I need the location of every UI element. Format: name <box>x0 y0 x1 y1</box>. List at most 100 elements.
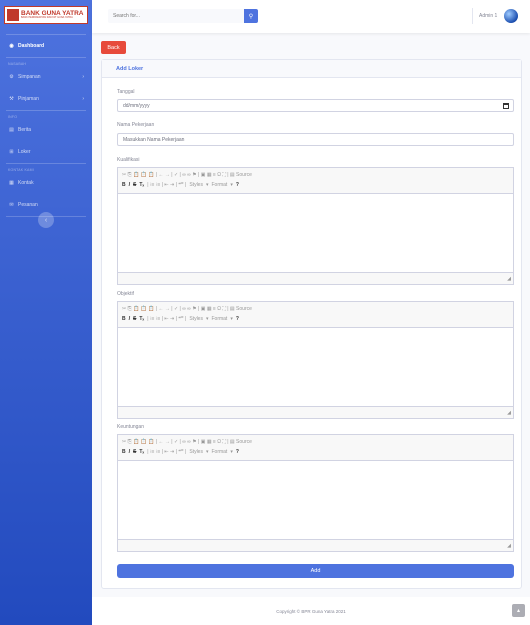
toolbar-row[interactable]: ✂ ⎘ 📋 📋 📋 | ← → | ✓ | ∞ ∞ ⚑ | ▣ ▦ ≡ Ω ⛶ … <box>122 437 509 447</box>
help-button[interactable]: ? <box>236 316 239 322</box>
list-buttons[interactable]: | ⁝≡ ⁝≡ | ⇤ ⇥ | ❝❞ | <box>147 182 186 188</box>
sidebar-item-label: Kontak <box>18 180 34 186</box>
bold-button[interactable]: B <box>122 449 126 455</box>
keuntungan-text-area[interactable] <box>118 461 513 539</box>
copyright-text: Copyright © BPR Guna Yatra 2021 <box>276 608 346 614</box>
format-dropdown[interactable]: Format <box>211 316 227 322</box>
chevron-down-icon: ▾ <box>230 182 233 188</box>
kualifikasi-label: Kualifikasi <box>117 157 140 163</box>
italic-button[interactable]: I <box>129 182 130 188</box>
sidebar-item-label: Dashboard <box>18 43 45 49</box>
chevron-down-icon: ▾ <box>205 449 209 455</box>
sidebar-toggle-button[interactable]: ‹ <box>38 212 54 228</box>
toolbar-row[interactable]: ✂ ⎘ 📋 📋 📋 | ← → | ✓ | ∞ ∞ ⚑ | ▣ ▦ ≡ Ω ⛶ … <box>122 304 509 314</box>
toolbar-row: B I S Tₓ | ⁝≡ ⁝≡ | ⇤ ⇥ | ❝❞ | Styles ▾ F… <box>122 314 509 324</box>
contact-icon: ▦ <box>9 180 14 186</box>
calendar-icon[interactable] <box>503 103 509 109</box>
keuntungan-label: Keuntungan <box>117 424 144 430</box>
help-button[interactable]: ? <box>236 182 239 188</box>
sidebar-item-berita[interactable]: ▤ Berita <box>0 119 92 141</box>
objektif-label: Objektif <box>117 291 134 297</box>
chevron-left-icon: ‹ <box>44 216 48 224</box>
user-name[interactable]: Admin 1 <box>479 13 497 19</box>
editor-toolbar: ✂ ⎘ 📋 📋 📋 | ← → | ✓ | ∞ ∞ ⚑ | ▣ ▦ ≡ Ω ⛶ … <box>118 435 513 461</box>
sidebar-item-dashboard[interactable]: ◉ Dashboard <box>0 35 92 57</box>
card-title: Add Loker <box>102 60 521 78</box>
strike-button[interactable]: S <box>133 449 136 455</box>
list-buttons[interactable]: | ⁝≡ ⁝≡ | ⇤ ⇥ | ❝❞ | <box>147 316 186 322</box>
remove-format-button[interactable]: Tₓ <box>139 182 144 188</box>
nama-pekerjaan-field[interactable]: Masukkan Nama Pekerjaan <box>117 133 514 146</box>
bank-logo-icon <box>7 9 19 21</box>
editor-status-bar: ◢ <box>118 272 513 284</box>
sidebar-item-simpanan[interactable]: ⚙ Simpanan › <box>0 66 92 88</box>
search-input[interactable] <box>108 9 244 23</box>
sidebar-item-loker[interactable]: ⊞ Loker <box>0 141 92 163</box>
toolbar-row[interactable]: ✂ ⎘ 📋 📋 📋 | ← → | ✓ | ∞ ∞ ⚑ | ▣ ▦ ≡ Ω ⛶ … <box>122 170 509 180</box>
dashboard-icon: ◉ <box>9 43 14 49</box>
objektif-text-area[interactable] <box>118 328 513 406</box>
resize-handle-icon[interactable]: ◢ <box>507 276 511 282</box>
kualifikasi-editor: ✂ ⎘ 📋 📋 📋 | ← → | ✓ | ∞ ∞ ⚑ | ▣ ▦ ≡ Ω ⛶ … <box>117 167 514 285</box>
scroll-to-top-button[interactable]: ▴ <box>512 604 525 617</box>
briefcase-icon: ⊞ <box>9 149 14 155</box>
sidebar-item-label: Berita <box>18 127 32 133</box>
sidebar-item-label: Pesanan <box>18 202 38 208</box>
list-buttons[interactable]: | ⁝≡ ⁝≡ | ⇤ ⇥ | ❝❞ | <box>147 449 186 455</box>
strike-button[interactable]: S <box>133 316 136 322</box>
remove-format-button[interactable]: Tₓ <box>139 449 144 455</box>
toolbar-row: B I S Tₓ | ⁝≡ ⁝≡ | ⇤ ⇥ | ❝❞ | Styles ▾ F… <box>122 447 509 457</box>
brand-logo-box[interactable]: BANK GUNA YATRA BANK PERKREDITAN RAKYAT … <box>4 6 88 24</box>
italic-button[interactable]: I <box>129 449 130 455</box>
avatar[interactable] <box>504 9 518 23</box>
italic-button[interactable]: I <box>129 316 130 322</box>
topbar-divider <box>472 8 473 24</box>
sidebar-item-label: Pinjaman <box>18 96 39 102</box>
chevron-down-icon: ▾ <box>205 316 209 322</box>
chevron-down-icon: ▾ <box>205 182 209 188</box>
bold-button[interactable]: B <box>122 316 126 322</box>
sidebar-heading-info: Info <box>8 115 18 119</box>
newspaper-icon: ▤ <box>9 127 14 133</box>
nama-pekerjaan-placeholder: Masukkan Nama Pekerjaan <box>123 136 185 143</box>
wrench-icon: ⚒ <box>9 96 14 102</box>
objektif-editor: ✂ ⎘ 📋 📋 📋 | ← → | ✓ | ∞ ∞ ⚑ | ▣ ▦ ≡ Ω ⛶ … <box>117 301 514 419</box>
topbar: ⚲ Admin 1 <box>92 0 530 33</box>
tanggal-label: Tanggal <box>117 89 135 95</box>
remove-format-button[interactable]: Tₓ <box>139 316 144 322</box>
back-button[interactable]: Back <box>101 41 126 54</box>
toolbar-row: B I S Tₓ | ⁝≡ ⁝≡ | ⇤ ⇥ | ❝❞ | Styles ▾ F… <box>122 180 509 190</box>
brand[interactable]: BANK GUNA YATRA BANK PERKREDITAN RAKYAT … <box>0 0 92 34</box>
add-loker-card: Add Loker Tanggal dd/mm/yyyy Nama Pekerj… <box>101 59 522 589</box>
sidebar-heading-kontak: Kontak Kami <box>8 168 34 172</box>
message-icon: ✉ <box>9 202 14 208</box>
format-dropdown[interactable]: Format <box>211 182 227 188</box>
styles-dropdown[interactable]: Styles <box>189 316 203 322</box>
styles-dropdown[interactable]: Styles <box>189 449 203 455</box>
chevron-down-icon: ▾ <box>230 449 233 455</box>
resize-handle-icon[interactable]: ◢ <box>507 410 511 416</box>
kualifikasi-text-area[interactable] <box>118 194 513 272</box>
search-button[interactable]: ⚲ <box>244 9 258 23</box>
search-icon: ⚲ <box>248 13 254 20</box>
add-button[interactable]: Add <box>117 564 514 578</box>
resize-handle-icon[interactable]: ◢ <box>507 543 511 549</box>
sidebar-item-pinjaman[interactable]: ⚒ Pinjaman › <box>0 88 92 110</box>
gear-icon: ⚙ <box>9 74 14 80</box>
editor-toolbar: ✂ ⎘ 📋 📋 📋 | ← → | ✓ | ∞ ∞ ⚑ | ▣ ▦ ≡ Ω ⛶ … <box>118 168 513 194</box>
styles-dropdown[interactable]: Styles <box>189 182 203 188</box>
chevron-down-icon: ▾ <box>230 316 233 322</box>
brand-subtitle: BANK PERKREDITAN RAKYAT GUNA YATRA <box>21 16 73 19</box>
format-dropdown[interactable]: Format <box>211 449 227 455</box>
sidebar-heading-nasabah: Nasabah <box>8 62 27 66</box>
help-button[interactable]: ? <box>236 449 239 455</box>
chevron-right-icon: › <box>82 96 84 102</box>
strike-button[interactable]: S <box>133 182 136 188</box>
search-bar: ⚲ <box>108 9 258 23</box>
bold-button[interactable]: B <box>122 182 126 188</box>
tanggal-value: dd/mm/yyyy <box>123 102 150 109</box>
tanggal-field[interactable]: dd/mm/yyyy <box>117 99 514 112</box>
sidebar-item-label: Simpanan <box>18 74 41 80</box>
editor-status-bar: ◢ <box>118 539 513 551</box>
sidebar-item-kontak[interactable]: ▦ Kontak <box>0 172 92 194</box>
